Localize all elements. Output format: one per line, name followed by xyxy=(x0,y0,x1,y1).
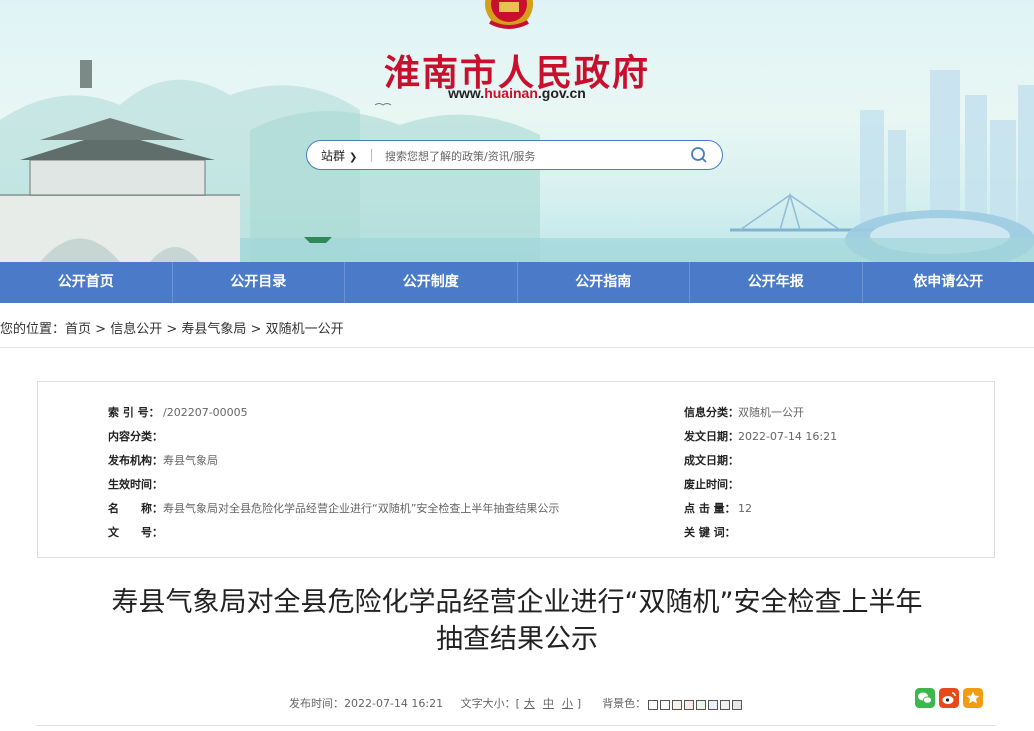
nav-item-guide[interactable]: 公开指南 xyxy=(518,262,690,303)
meta-document-number: 文 号： xyxy=(108,526,163,539)
meta-written-date: 成文日期： xyxy=(684,454,739,467)
nav-item-apply[interactable]: 依申请公开 xyxy=(863,262,1034,303)
breadcrumb-divider xyxy=(0,347,1034,348)
meta-info-category: 信息分类：双随机一公开 xyxy=(684,406,804,419)
search-bar: 站群 ❯ xyxy=(306,140,723,170)
bg-color-swatch[interactable] xyxy=(672,699,683,710)
meta-keywords: 关 键 词： xyxy=(684,526,736,539)
nav-item-annual-report[interactable]: 公开年报 xyxy=(690,262,863,303)
publish-time: 2022-07-14 16:21 xyxy=(344,697,444,710)
font-size-small-link[interactable]: 小 xyxy=(562,697,573,710)
meta-issue-date: 发文日期：2022-07-14 16:21 xyxy=(684,430,838,443)
article-title: 寿县气象局对全县危险化学品经营企业进行“双随机”安全检查上半年 抽查结果公示 xyxy=(111,587,923,655)
breadcrumb-prefix: 您的位置： xyxy=(0,322,66,337)
breadcrumb-info-public[interactable]: 信息公开 xyxy=(110,322,162,337)
chevron-down-icon: ❯ xyxy=(349,152,358,163)
bg-color-swatch[interactable] xyxy=(684,699,695,710)
header-banner: 淮南市人民政府 www.huainan.gov.cn 站群 ❯ xyxy=(0,0,1034,262)
font-size-large-link[interactable]: 大 xyxy=(524,697,535,710)
banner-scenery xyxy=(0,60,1034,262)
bg-color-swatch[interactable] xyxy=(696,699,707,710)
document-meta-table: 索 引 号：/202207-00005 内容分类： 发布机构：寿县气象局 生效时… xyxy=(37,381,995,558)
nav-item-catalog[interactable]: 公开目录 xyxy=(173,262,345,303)
weibo-icon[interactable] xyxy=(939,688,959,708)
search-icon[interactable] xyxy=(690,146,708,164)
search-scope-select[interactable]: 站群 ❯ xyxy=(321,147,357,164)
background-color-picker xyxy=(648,698,744,711)
meta-click-count: 点 击 量： 12 xyxy=(684,502,752,515)
breadcrumb: 您的位置：首页 > 信息公开 > 寿县气象局 > 双随机一公开 xyxy=(0,322,344,337)
national-emblem-icon xyxy=(485,0,533,29)
meta-expiry-time: 废止时间： xyxy=(684,478,739,491)
content-divider xyxy=(37,725,995,726)
wechat-icon[interactable] xyxy=(915,688,935,708)
meta-effective-time: 生效时间： xyxy=(108,478,163,491)
meta-content-category: 内容分类： xyxy=(108,430,163,443)
bg-color-swatch[interactable] xyxy=(648,699,659,710)
main-nav: 公开首页 公开目录 公开制度 公开指南 公开年报 依申请公开 xyxy=(0,262,1034,303)
bg-color-swatch[interactable] xyxy=(720,699,731,710)
meta-index-number: 索 引 号：/202207-00005 xyxy=(108,406,248,419)
font-size-medium-link[interactable]: 中 xyxy=(543,697,554,710)
breadcrumb-department[interactable]: 寿县气象局 xyxy=(181,322,246,337)
search-divider xyxy=(371,149,372,162)
bg-color-swatch[interactable] xyxy=(660,699,671,710)
nav-item-home[interactable]: 公开首页 xyxy=(0,262,173,303)
breadcrumb-home[interactable]: 首页 xyxy=(65,322,91,337)
favorite-star-icon[interactable] xyxy=(963,688,983,708)
search-input[interactable] xyxy=(383,146,677,166)
article-info-bar: 发布时间：2022-07-14 16:21 文字大小：[大中小] 背景色： xyxy=(289,695,744,711)
bg-color-swatch[interactable] xyxy=(708,699,719,710)
site-url: www.huainan.gov.cn xyxy=(448,85,586,101)
meta-name: 名 称：寿县气象局对全县危险化学品经营企业进行“双随机”安全检查上半年抽查结果公… xyxy=(108,502,560,515)
meta-publisher: 发布机构：寿县气象局 xyxy=(108,454,218,467)
breadcrumb-category[interactable]: 双随机一公开 xyxy=(266,322,344,337)
bg-color-swatch[interactable] xyxy=(732,699,743,710)
nav-item-system[interactable]: 公开制度 xyxy=(345,262,518,303)
